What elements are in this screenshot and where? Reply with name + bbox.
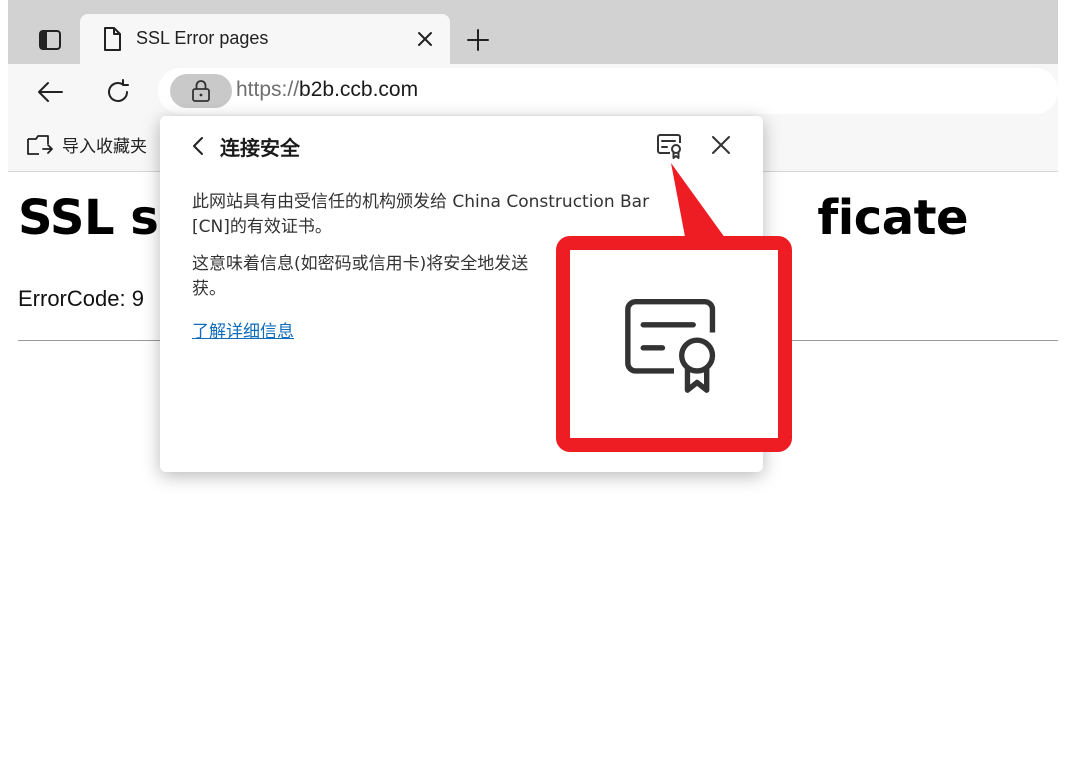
site-info-button[interactable] <box>170 74 232 108</box>
lock-icon <box>192 80 210 102</box>
import-favorites-button[interactable]: 导入收藏夹 <box>26 132 147 157</box>
tab-ssl-error-pages[interactable]: SSL Error pages <box>80 14 450 64</box>
browser-toolbar: https://b2b.ccb.com <box>8 64 1058 120</box>
callout-highlight-box <box>556 236 792 452</box>
reload-button[interactable] <box>100 74 136 110</box>
back-button[interactable] <box>32 74 68 110</box>
tab-actions-button[interactable] <box>30 22 70 58</box>
new-tab-button[interactable] <box>458 22 498 58</box>
url-host: b2b.ccb.com <box>299 78 419 101</box>
heading-right: ficate <box>817 190 969 246</box>
certificate-icon <box>625 299 716 393</box>
flyout-title: 连接安全 <box>220 136 300 160</box>
chevron-left-icon <box>193 137 203 155</box>
url-text[interactable]: https://b2b.ccb.com <box>236 78 418 102</box>
address-bar[interactable]: https://b2b.ccb.com <box>158 68 1058 114</box>
import-favorites-icon <box>27 134 53 155</box>
tab-close-icon[interactable] <box>414 28 436 50</box>
flyout-close-button[interactable] <box>708 132 734 158</box>
tab-actions-icon <box>39 30 61 50</box>
import-favorites-label: 导入收藏夹 <box>62 137 147 157</box>
tab-title: SSL Error pages <box>136 28 269 48</box>
error-code: ErrorCode: 9 <box>18 286 144 311</box>
plus-icon <box>467 29 489 51</box>
reload-icon <box>108 79 129 102</box>
url-scheme: https:// <box>236 78 300 101</box>
page-icon <box>102 26 122 56</box>
back-arrow-icon <box>38 82 63 102</box>
certificate-description-line1: 此网站具有由受信任的机构颁发给 China Construction Bar <box>192 192 650 212</box>
certificate-description: 此网站具有由受信任的机构颁发给 China Construction Bar [… <box>192 190 722 240</box>
learn-more-link[interactable]: 了解详细信息 <box>192 317 294 342</box>
certificate-button[interactable] <box>654 130 686 162</box>
certificate-icon <box>657 134 681 159</box>
flyout-back-button[interactable] <box>186 134 210 158</box>
tab-strip: SSL Error pages <box>8 0 1058 64</box>
close-icon <box>712 136 730 154</box>
